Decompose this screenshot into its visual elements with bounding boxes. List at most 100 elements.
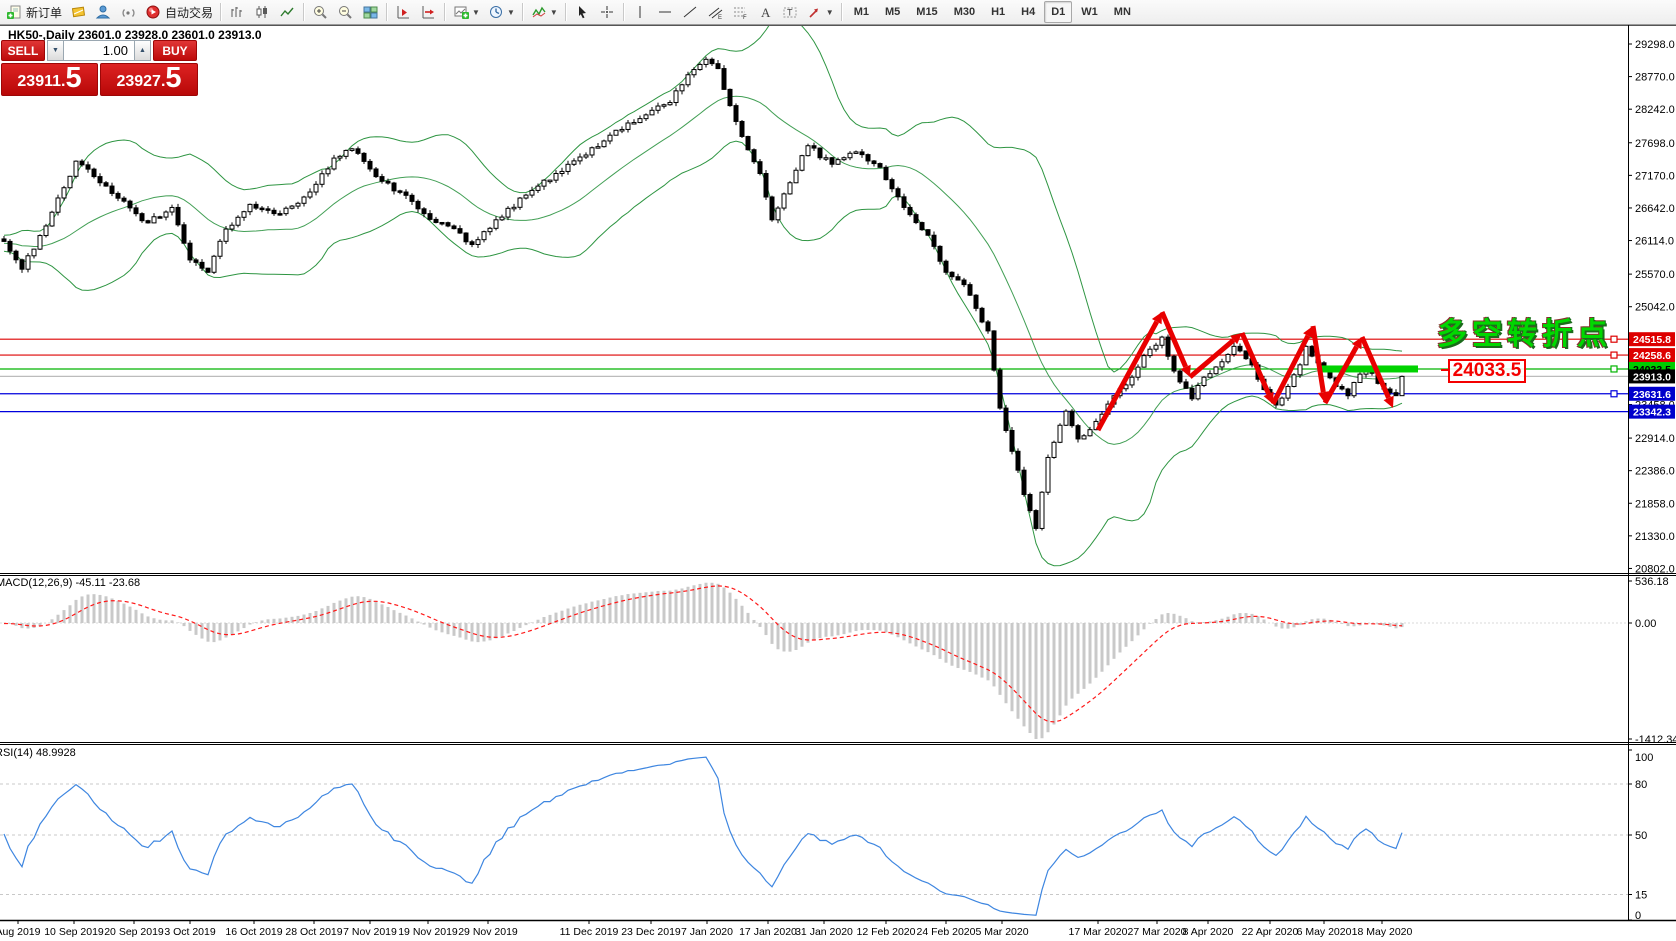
label-icon: T	[782, 4, 799, 20]
accounts-button[interactable]	[92, 0, 115, 24]
rsi-line	[4, 757, 1402, 915]
toolbar-group: EFAT ▼	[628, 0, 838, 24]
signal-icon	[120, 4, 137, 20]
rsi-tick-label: 0	[1635, 910, 1641, 922]
bollinger-lower-band	[4, 141, 1402, 566]
line-chart-button[interactable]	[276, 0, 299, 24]
zoom-out-button[interactable]	[334, 0, 357, 24]
zoom-in-icon	[312, 4, 329, 20]
timeframe-m30-button[interactable]: M30	[947, 1, 982, 23]
chevron-down-icon[interactable]: ▼	[826, 8, 834, 17]
main-toolbar: 新订单 自动交易 ▼ ▼ ▼ EFAT ▼ M1M5M15M30H1H4D1W1MN	[0, 0, 1676, 25]
chart-shift-button[interactable]	[417, 0, 440, 24]
add-chart-button[interactable]: ▼	[450, 0, 483, 24]
ask-price-display[interactable]: 23927.5	[100, 63, 198, 96]
price-badge-label: 23913.0	[1633, 371, 1671, 383]
bid-price-main: 23911.	[17, 71, 65, 93]
volume-input[interactable]	[64, 40, 134, 61]
main-price-panel	[0, 16, 1628, 565]
auto-trading-button[interactable]: 自动交易	[142, 0, 216, 24]
price-badge-label: 24515.8	[1633, 334, 1671, 346]
gold-chart-button[interactable]	[67, 0, 90, 24]
toolbar-group	[308, 0, 383, 24]
price-tick-label: 21858.0	[1635, 498, 1675, 510]
svg-text:A: A	[761, 5, 771, 20]
timeframe-h1-button[interactable]: H1	[984, 1, 1012, 23]
bid-price-display[interactable]: 23911.5	[1, 63, 98, 96]
one-click-trading-panel: SELL ▼ ▲ BUY 23911.5 23927.5	[1, 40, 198, 96]
timeframe-m5-button[interactable]: M5	[878, 1, 907, 23]
text-button[interactable]: A	[754, 0, 777, 24]
macd-panel	[0, 583, 1628, 739]
rsi-indicator-label: RSI(14) 48.9928	[0, 747, 76, 759]
date-tick-label: 19 Nov 2019	[398, 926, 458, 938]
date-tick-label: 17 Mar 2020	[1069, 926, 1128, 938]
price-tick-label: 21330.0	[1635, 531, 1675, 543]
chart-forward-button[interactable]	[392, 0, 415, 24]
date-tick-label: 11 Dec 2019	[560, 926, 619, 938]
period-clock-button[interactable]: ▼	[485, 0, 518, 24]
candle-chart-button[interactable]	[251, 0, 274, 24]
chevron-down-icon[interactable]: ▼	[550, 8, 558, 17]
bar-chart-button[interactable]	[226, 0, 249, 24]
buy-button[interactable]: BUY	[153, 40, 197, 61]
timeframe-mn-button[interactable]: MN	[1107, 1, 1138, 23]
toolbar-separator	[565, 3, 567, 21]
date-tick-label: 18 May 2020	[1352, 926, 1413, 938]
volume-increase-button[interactable]: ▲	[134, 40, 151, 61]
toolbar-separator	[386, 3, 388, 21]
price-badge-label: 23342.3	[1633, 407, 1671, 419]
toolbar-separator	[522, 3, 524, 21]
chevron-down-icon[interactable]: ▼	[472, 8, 480, 17]
date-tick-label: 7 Jan 2020	[681, 926, 733, 938]
indicators-button[interactable]: ▼	[528, 0, 561, 24]
new-order-button[interactable]: 新订单	[3, 0, 65, 24]
vline-button[interactable]	[629, 0, 652, 24]
crosshair-icon	[599, 4, 616, 20]
chevron-down-icon[interactable]: ▼	[507, 8, 515, 17]
sell-button[interactable]: SELL	[1, 40, 45, 61]
macd-signal-line	[4, 586, 1402, 722]
shapes-button[interactable]: ▼	[804, 0, 837, 24]
toolbar-group: 新订单 自动交易	[2, 0, 217, 24]
crosshair-button[interactable]	[596, 0, 619, 24]
fibonacci-button[interactable]: F	[729, 0, 752, 24]
date-tick-label: 8 Apr 2020	[1183, 926, 1234, 938]
zoom-in-button[interactable]	[309, 0, 332, 24]
cursor-button[interactable]	[571, 0, 594, 24]
line-endpoint-handle	[1611, 391, 1617, 397]
timeframe-m15-button[interactable]: M15	[909, 1, 944, 23]
hline-button[interactable]	[654, 0, 677, 24]
line-chart-icon	[279, 4, 296, 20]
date-tick-label: 27 Mar 2020	[1128, 926, 1187, 938]
chart-shift-icon	[420, 4, 437, 20]
macd-indicator-label: MACD(12,26,9) -45.11 -23.68	[0, 577, 140, 589]
price-tick-label: 27698.0	[1635, 138, 1675, 150]
timeframe-d1-button[interactable]: D1	[1044, 1, 1072, 23]
shapes-icon	[807, 4, 824, 20]
signal-button[interactable]	[117, 0, 140, 24]
toolbar-group	[225, 0, 300, 24]
timeframe-w1-button[interactable]: W1	[1074, 1, 1105, 23]
trendline-button[interactable]	[679, 0, 702, 24]
chart-canvas[interactable]: 29298.028770.028242.027698.027170.026642…	[0, 0, 1676, 941]
mt4-window: 29298.028770.028242.027698.027170.026642…	[0, 0, 1676, 941]
volume-decrease-button[interactable]: ▼	[47, 40, 64, 61]
add-chart-icon	[453, 4, 470, 20]
turning-point-annotation: 多空转折点	[1437, 309, 1612, 353]
channel-button[interactable]: E	[704, 0, 727, 24]
timeframe-h4-button[interactable]: H4	[1014, 1, 1042, 23]
label-button[interactable]: T	[779, 0, 802, 24]
date-tick-label: 16 Oct 2019	[225, 926, 282, 938]
zoom-out-icon	[337, 4, 354, 20]
ask-price-pips: 5	[165, 64, 181, 93]
date-tick-label: 23 Dec 2019	[621, 926, 681, 938]
price-tick-label: 28242.0	[1635, 104, 1675, 116]
hline-icon	[657, 4, 674, 20]
tile-windows-button[interactable]	[359, 0, 382, 24]
bid-price-pips: 5	[65, 64, 81, 93]
timeframe-m1-button[interactable]: M1	[847, 1, 876, 23]
date-tick-label: 6 May 2020	[1297, 926, 1352, 938]
indicators-icon	[531, 4, 548, 20]
support-zone-bar	[1318, 365, 1418, 372]
